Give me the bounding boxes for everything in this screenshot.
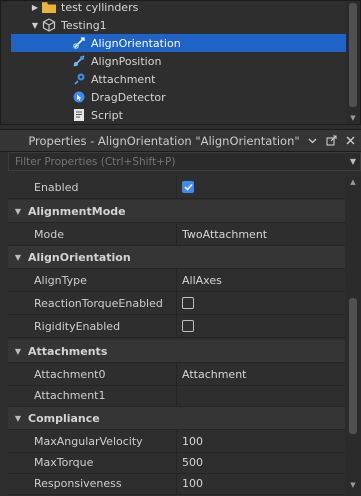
- property-name: ReactionTorqueEnabled: [8, 292, 177, 314]
- tree-item-label: Script: [91, 108, 123, 122]
- property-name: MaxAngularVelocity: [8, 430, 177, 452]
- tree-item-label: Attachment: [91, 72, 156, 86]
- property-row-mode[interactable]: Mode TwoAttachment: [8, 223, 345, 246]
- section-title: AlignmentMode: [28, 204, 126, 218]
- scroll-down-arrow-icon[interactable]: ▼: [348, 481, 358, 489]
- property-row-rigidityenabled[interactable]: RigidityEnabled: [8, 315, 345, 338]
- scrollbar-thumb[interactable]: [349, 298, 357, 434]
- expand-caret-icon[interactable]: ▶: [29, 1, 41, 16]
- property-value[interactable]: [177, 384, 345, 406]
- collapse-caret-icon[interactable]: ▼: [8, 347, 28, 356]
- filter-dropdown-icon[interactable]: ▼: [346, 157, 360, 166]
- property-name: Attachment0: [8, 363, 177, 385]
- property-name: Mode: [8, 223, 177, 245]
- tree-item-label: AlignPosition: [91, 54, 162, 68]
- collapse-caret-icon[interactable]: ▼: [29, 16, 41, 34]
- tree-item-label: AlignOrientation: [91, 36, 181, 50]
- tree-item-test-cyllinders[interactable]: ▶ test cyllinders: [29, 0, 360, 16]
- properties-title: Properties - AlignOrientation "AlignOrie…: [28, 133, 300, 148]
- collapse-caret-icon[interactable]: ▼: [8, 207, 28, 216]
- section-alignmentmode[interactable]: ▼ AlignmentMode: [8, 200, 345, 223]
- tree-item-dragdetector[interactable]: DragDetector: [71, 88, 360, 106]
- filter-properties-input[interactable]: [9, 155, 346, 168]
- tree-item-testing1[interactable]: ▼ Testing1: [29, 16, 360, 34]
- property-name: Enabled: [8, 176, 177, 198]
- section-title: AlignOrientation: [28, 250, 131, 264]
- property-row-enabled[interactable]: Enabled: [8, 176, 345, 199]
- tree-item-alignposition[interactable]: AlignPosition: [71, 52, 360, 70]
- close-icon[interactable]: [342, 133, 358, 149]
- property-value[interactable]: Attachment: [177, 363, 345, 385]
- filter-properties-field[interactable]: ▼: [8, 152, 361, 171]
- property-value[interactable]: 500: [177, 451, 345, 473]
- tree-item-attachment[interactable]: Attachment: [71, 70, 360, 88]
- scrollbar-thumb[interactable]: [349, 3, 357, 107]
- explorer-tree: ▶ test cyllinders ▼ Testing1 AlignOrient…: [0, 0, 361, 125]
- scroll-up-arrow-icon[interactable]: ▲: [348, 178, 358, 186]
- property-value[interactable]: 100: [177, 430, 345, 452]
- section-title: Attachments: [28, 344, 108, 358]
- property-name: Responsiveness: [8, 472, 177, 494]
- properties-header: Properties - AlignOrientation "AlignOrie…: [0, 129, 361, 152]
- property-row-maxangularvelocity[interactable]: MaxAngularVelocity 100: [8, 430, 345, 453]
- property-row-attachment0[interactable]: Attachment0 Attachment: [8, 363, 345, 386]
- rigidityenabled-checkbox[interactable]: [182, 320, 194, 332]
- chevron-down-icon[interactable]: [304, 133, 320, 149]
- property-row-attachment1[interactable]: Attachment1: [8, 384, 345, 407]
- collapse-caret-icon[interactable]: ▼: [8, 414, 28, 423]
- folder-icon: [41, 1, 57, 15]
- property-value[interactable]: 100: [177, 472, 345, 494]
- reactiontorqueenabled-checkbox[interactable]: [182, 297, 194, 309]
- align-position-icon: [71, 53, 87, 69]
- property-grid: Enabled ▼ AlignmentMode Mode TwoAttachme…: [8, 176, 345, 496]
- property-name: MaxTorque: [8, 451, 177, 473]
- property-row-responsiveness[interactable]: Responsiveness 100: [8, 472, 345, 495]
- tree-item-label: test cyllinders: [61, 0, 139, 14]
- drag-detector-icon: [71, 89, 87, 105]
- explorer-scrollbar[interactable]: ▼: [346, 1, 360, 124]
- model-icon: [41, 17, 57, 33]
- property-value[interactable]: TwoAttachment: [177, 223, 345, 245]
- tree-item-label: Testing1: [61, 18, 107, 32]
- undock-icon[interactable]: [323, 133, 339, 149]
- script-icon: [71, 107, 87, 123]
- tree-item-alignorientation[interactable]: AlignOrientation: [11, 34, 346, 52]
- tree-item-script[interactable]: Script: [71, 106, 360, 124]
- property-name: RigidityEnabled: [8, 315, 177, 337]
- section-alignorientation[interactable]: ▼ AlignOrientation: [8, 246, 345, 269]
- collapse-caret-icon[interactable]: ▼: [8, 253, 28, 262]
- property-name: AlignType: [8, 269, 177, 291]
- section-title: Compliance: [28, 411, 100, 425]
- property-row-aligntype[interactable]: AlignType AllAxes: [8, 269, 345, 292]
- property-row-reactiontorqueenabled[interactable]: ReactionTorqueEnabled: [8, 292, 345, 315]
- property-value[interactable]: AllAxes: [177, 269, 345, 291]
- property-name: Attachment1: [8, 384, 177, 406]
- attachment-icon: [71, 71, 87, 87]
- property-row-maxtorque[interactable]: MaxTorque 500: [8, 451, 345, 474]
- enabled-checkbox[interactable]: [182, 181, 194, 193]
- property-grid-scrollbar[interactable]: ▲ ▼: [345, 176, 361, 496]
- section-attachments[interactable]: ▼ Attachments: [8, 340, 345, 363]
- tree-item-label: DragDetector: [91, 90, 166, 104]
- align-orientation-icon: [71, 35, 87, 51]
- scroll-down-arrow-icon[interactable]: ▼: [348, 114, 358, 122]
- section-compliance[interactable]: ▼ Compliance: [8, 407, 345, 430]
- studio-panels: ▶ test cyllinders ▼ Testing1 AlignOrient…: [0, 0, 361, 496]
